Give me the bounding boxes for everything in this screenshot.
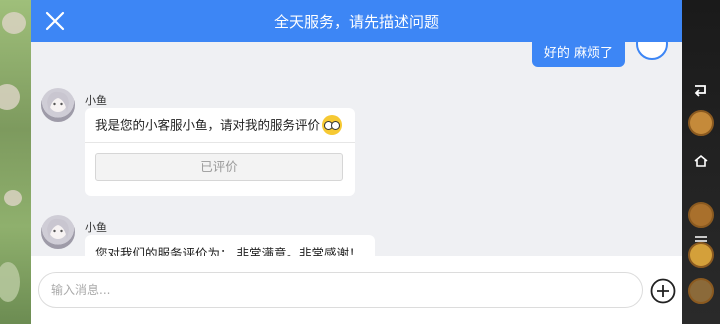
sender-name: 小鱼 <box>85 94 107 107</box>
own-message-text: 好的 麻烦了 <box>543 46 613 61</box>
chat-title: 全天服务，请先描述问题 <box>273 12 439 31</box>
message-input[interactable] <box>38 272 643 308</box>
close-icon[interactable] <box>43 9 67 33</box>
message-text: 我是您的小客服小鱼，请对我的服务评价 <box>95 117 321 133</box>
input-bar <box>31 256 682 324</box>
game-thumbnail-icon <box>688 110 714 136</box>
customer-service-chat-panel: 全天服务，请先描述问题 好的 麻烦了 小鱼 我是您的小客服小鱼，请对我的服务评价… <box>31 0 682 324</box>
sender-name: 小鱼 <box>85 221 107 234</box>
message-line: 我是您的小客服小鱼，请对我的服务评价 <box>95 115 345 142</box>
agent-avatar <box>41 215 75 249</box>
chat-header: 全天服务，请先描述问题 <box>31 0 682 42</box>
home-icon <box>686 146 716 176</box>
rated-button[interactable]: 已评价 <box>95 153 343 181</box>
add-icon[interactable] <box>650 278 676 304</box>
own-message-bubble: 好的 麻烦了 <box>531 42 625 67</box>
message-list[interactable]: 好的 麻烦了 小鱼 我是您的小客服小鱼，请对我的服务评价 已评价 小鱼 您对我们… <box>31 42 682 256</box>
game-thumbnail-icon <box>688 278 714 304</box>
own-avatar <box>636 42 668 60</box>
background-game-right <box>682 0 720 324</box>
eyes-emoji-icon <box>322 115 343 135</box>
agent-avatar <box>41 88 75 122</box>
background-game-left <box>0 0 31 324</box>
play-thumbnail-icon <box>688 242 714 268</box>
divider <box>85 142 355 143</box>
message-bubble: 我是您的小客服小鱼，请对我的服务评价 已评价 <box>85 108 355 196</box>
back-icon <box>686 76 716 106</box>
message-bubble: 您对我们的服务评价为： 非常满意。非常感谢！ <box>85 235 375 256</box>
game-thumbnail-icon <box>688 202 714 228</box>
message-text: 您对我们的服务评价为： 非常满意。非常感谢！ <box>95 246 362 256</box>
